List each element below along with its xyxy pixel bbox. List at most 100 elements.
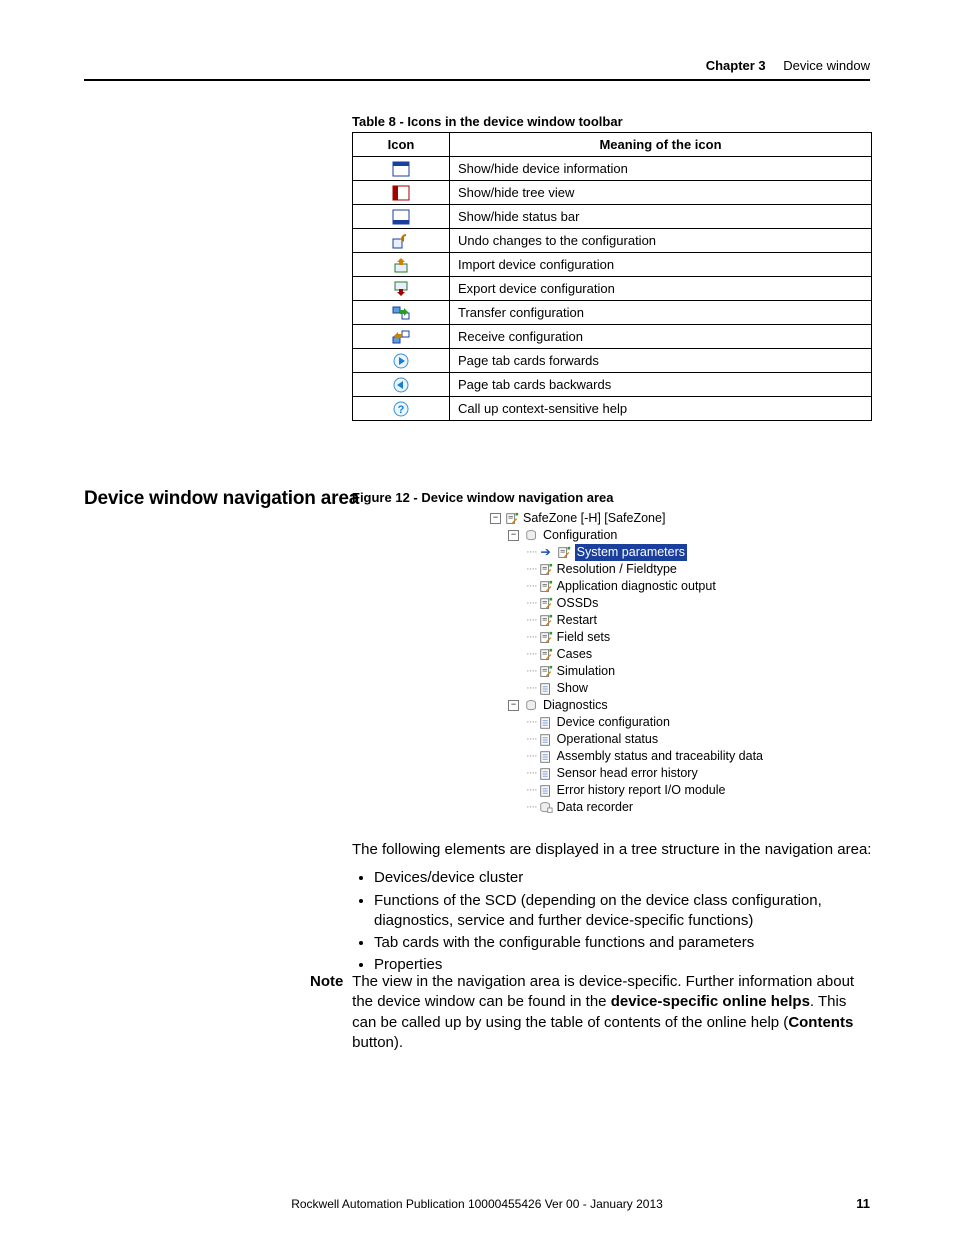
- sheet-icon: [539, 750, 553, 764]
- page-header: Chapter 3 Device window: [84, 58, 870, 89]
- footer: Rockwell Automation Publication 10000455…: [84, 1197, 870, 1211]
- undo-config-icon: [353, 229, 450, 253]
- help-icon: [353, 397, 450, 421]
- tree-item[interactable]: ····Assembly status and traceability dat…: [490, 748, 763, 765]
- doc-edit-icon: [539, 648, 553, 662]
- note-label: Note: [310, 972, 348, 992]
- tree-label: Application diagnostic output: [557, 578, 716, 595]
- icon-meaning: Transfer configuration: [450, 301, 872, 325]
- body-text: The following elements are displayed in …: [352, 840, 872, 978]
- col-meaning: Meaning of the icon: [450, 133, 872, 157]
- tree-label: OSSDs: [557, 595, 599, 612]
- table-row: Export device configuration: [353, 277, 872, 301]
- tree-label: Cases: [557, 646, 592, 663]
- tree-label: Sensor head error history: [557, 765, 698, 782]
- device-icon: [525, 699, 539, 713]
- tree-item[interactable]: ····Sensor head error history: [490, 765, 763, 782]
- sheet-icon: [539, 784, 553, 798]
- doc-edit-icon: [539, 597, 553, 611]
- doc-edit-icon: [539, 614, 553, 628]
- show-status-bar-icon: [353, 205, 450, 229]
- icon-meaning: Import device configuration: [450, 253, 872, 277]
- section-heading: Device window navigation area: [84, 488, 359, 510]
- device-icon: [525, 529, 539, 543]
- tree-label: Resolution / Fieldtype: [557, 561, 677, 578]
- doc-edit-icon: [539, 563, 553, 577]
- list-item: Devices/device cluster: [374, 868, 872, 888]
- chapter-title: Device window: [783, 58, 870, 73]
- tree-item[interactable]: − SafeZone [-H] [SafeZone]: [490, 510, 763, 527]
- tree-item[interactable]: ····Restart: [490, 612, 763, 629]
- icon-meaning: Show/hide status bar: [450, 205, 872, 229]
- body-intro: The following elements are displayed in …: [352, 840, 872, 860]
- note-block: Note The view in the navigation area is …: [310, 972, 872, 1053]
- tree-item[interactable]: − Configuration: [490, 527, 763, 544]
- tree-item[interactable]: ····Field sets: [490, 629, 763, 646]
- page-backward-icon: [353, 373, 450, 397]
- tree-label: Device configuration: [557, 714, 670, 731]
- note-body: The view in the navigation area is devic…: [352, 972, 866, 1053]
- icon-meaning: Page tab cards backwards: [450, 373, 872, 397]
- tree-item[interactable]: ····Application diagnostic output: [490, 578, 763, 595]
- table-row: Show/hide device information: [353, 157, 872, 181]
- figure-caption: Figure 12 - Device window navigation are…: [352, 490, 614, 505]
- icon-meaning: Show/hide device information: [450, 157, 872, 181]
- expander-icon[interactable]: −: [508, 530, 519, 541]
- chapter-label: Chapter 3: [706, 58, 766, 73]
- body-bullets: Devices/device cluster Functions of the S…: [352, 868, 872, 975]
- expander-icon[interactable]: −: [508, 700, 519, 711]
- table-row: Page tab cards backwards: [353, 373, 872, 397]
- tree-label: SafeZone [-H] [SafeZone]: [523, 510, 665, 527]
- tree-label: Error history report I/O module: [557, 782, 726, 799]
- header-rule: [84, 79, 870, 81]
- tree-label: Data recorder: [557, 799, 633, 816]
- tree-label: Simulation: [557, 663, 615, 680]
- export-config-icon: [353, 277, 450, 301]
- tree-item[interactable]: ····Simulation: [490, 663, 763, 680]
- page-forward-icon: [353, 349, 450, 373]
- tree-item[interactable]: ····Error history report I/O module: [490, 782, 763, 799]
- tree-item[interactable]: ····➔System parameters: [490, 544, 763, 561]
- list-item: Tab cards with the configurable function…: [374, 933, 872, 953]
- tree-item[interactable]: ····Resolution / Fieldtype: [490, 561, 763, 578]
- tree-item[interactable]: ····Cases: [490, 646, 763, 663]
- tree-item[interactable]: ····Show: [490, 680, 763, 697]
- tree-label: Show: [557, 680, 588, 697]
- icon-meaning: Receive configuration: [450, 325, 872, 349]
- doc-edit-icon: [539, 631, 553, 645]
- doc-edit-icon: [505, 512, 519, 526]
- tree-item[interactable]: ····Device configuration: [490, 714, 763, 731]
- sheet-icon: [539, 716, 553, 730]
- table-row: Show/hide status bar: [353, 205, 872, 229]
- expander-icon[interactable]: −: [490, 513, 501, 524]
- tree-label: Field sets: [557, 629, 611, 646]
- table-row: Page tab cards forwards: [353, 349, 872, 373]
- table-row: Undo changes to the configuration: [353, 229, 872, 253]
- sheet-icon: [539, 767, 553, 781]
- tree-item[interactable]: ····Operational status: [490, 731, 763, 748]
- icon-meaning: Undo changes to the configuration: [450, 229, 872, 253]
- tree-label: Restart: [557, 612, 597, 629]
- transfer-config-icon: [353, 301, 450, 325]
- tree-item[interactable]: ····Data recorder: [490, 799, 763, 816]
- arrow-icon: ➔: [539, 546, 553, 560]
- sheet-icon: [539, 733, 553, 747]
- tree-label: Diagnostics: [543, 697, 608, 714]
- tree-label: Configuration: [543, 527, 617, 544]
- navigation-tree: −SafeZone [-H] [SafeZone]−Configuration·…: [490, 510, 763, 816]
- tree-label: Operational status: [557, 731, 658, 748]
- table-row: Show/hide tree view: [353, 181, 872, 205]
- footer-publication: Rockwell Automation Publication 10000455…: [84, 1197, 870, 1211]
- table-row: Import device configuration: [353, 253, 872, 277]
- tree-item[interactable]: − Diagnostics: [490, 697, 763, 714]
- sheet-icon: [539, 682, 553, 696]
- tree-label: Assembly status and traceability data: [557, 748, 763, 765]
- doc-edit-icon: [539, 580, 553, 594]
- icon-meaning: Page tab cards forwards: [450, 349, 872, 373]
- list-item: Functions of the SCD (depending on the d…: [374, 891, 872, 932]
- col-icon: Icon: [353, 133, 450, 157]
- icon-meaning: Show/hide tree view: [450, 181, 872, 205]
- table-row: Transfer configuration: [353, 301, 872, 325]
- tree-item[interactable]: ····OSSDs: [490, 595, 763, 612]
- icon-meaning: Call up context-sensitive help: [450, 397, 872, 421]
